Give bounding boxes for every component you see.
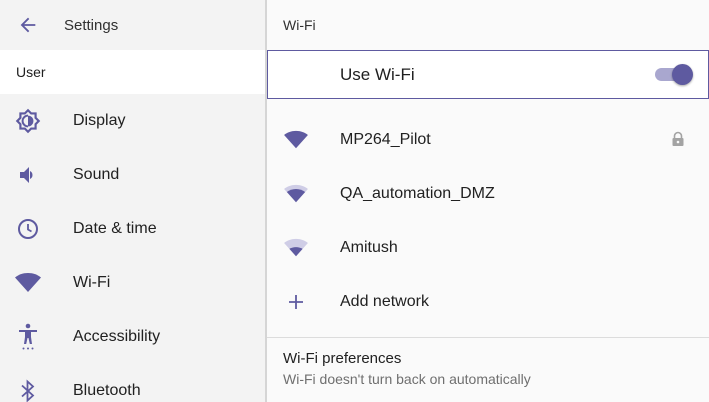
volume-icon	[0, 148, 56, 202]
sidebar-item-accessibility[interactable]: Accessibility	[0, 310, 265, 364]
display-brightness-icon	[0, 94, 56, 148]
lock-icon	[671, 131, 685, 152]
page-title: Wi-Fi	[283, 17, 316, 33]
use-wifi-switch-bar[interactable]: Use Wi-Fi	[267, 50, 709, 99]
wifi-signal-medium-icon	[267, 237, 325, 259]
network-list: MP264_Pilot QA_automation_DMZ Amitush Ad…	[267, 99, 709, 329]
wifi-toggle[interactable]	[655, 64, 693, 85]
sidebar-item-sound[interactable]: Sound	[0, 148, 265, 202]
network-item-qa-automation-dmz[interactable]: QA_automation_DMZ	[267, 167, 709, 221]
add-network-button[interactable]: Add network	[267, 275, 709, 329]
sidebar-item-label: Date & time	[73, 220, 157, 237]
wifi-signal-high-icon	[267, 183, 325, 205]
sidebar-header: Settings	[0, 0, 265, 50]
sidebar-item-label: Display	[73, 112, 126, 129]
network-name: Amitush	[340, 239, 398, 256]
sidebar-item-display[interactable]: Display	[0, 94, 265, 148]
sidebar-item-label: User	[16, 64, 46, 80]
clock-icon	[0, 202, 56, 256]
sidebar-item-bluetooth[interactable]: Bluetooth	[0, 364, 265, 402]
wifi-preferences-title: Wi-Fi preferences	[283, 350, 402, 367]
network-name: QA_automation_DMZ	[340, 185, 495, 202]
toggle-thumb	[672, 64, 693, 85]
wifi-signal-full-icon	[267, 129, 325, 151]
bluetooth-icon	[0, 364, 56, 402]
network-name: MP264_Pilot	[340, 131, 431, 148]
sidebar-item-user[interactable]: User	[0, 50, 265, 94]
plus-icon	[267, 293, 325, 311]
sidebar-item-label: Accessibility	[73, 328, 161, 345]
back-arrow-icon	[20, 17, 36, 33]
back-button[interactable]	[0, 0, 56, 50]
network-item-mp264-pilot[interactable]: MP264_Pilot	[267, 113, 709, 167]
sidebar-item-date-time[interactable]: Date & time	[0, 202, 265, 256]
wifi-preferences-item[interactable]: Wi-Fi preferences Wi-Fi doesn't turn bac…	[267, 338, 709, 399]
wifi-preferences-subtitle: Wi-Fi doesn't turn back on automatically	[283, 371, 531, 387]
sidebar-item-label: Wi-Fi	[73, 274, 111, 291]
use-wifi-label: Use Wi-Fi	[340, 64, 415, 84]
sidebar-title: Settings	[64, 16, 119, 34]
sidebar-item-label: Bluetooth	[73, 382, 141, 399]
accessibility-icon	[0, 310, 56, 364]
sidebar-item-label: Sound	[73, 166, 120, 183]
wifi-settings-pane: Wi-Fi Use Wi-Fi MP264_Pilot QA_automatio…	[267, 0, 709, 402]
sidebar-item-wifi[interactable]: Wi-Fi	[0, 256, 265, 310]
add-network-label: Add network	[340, 293, 429, 310]
settings-sidebar: Settings User Display Sound Date & time …	[0, 0, 265, 402]
wifi-icon	[0, 256, 56, 310]
network-item-amitush[interactable]: Amitush	[267, 221, 709, 275]
